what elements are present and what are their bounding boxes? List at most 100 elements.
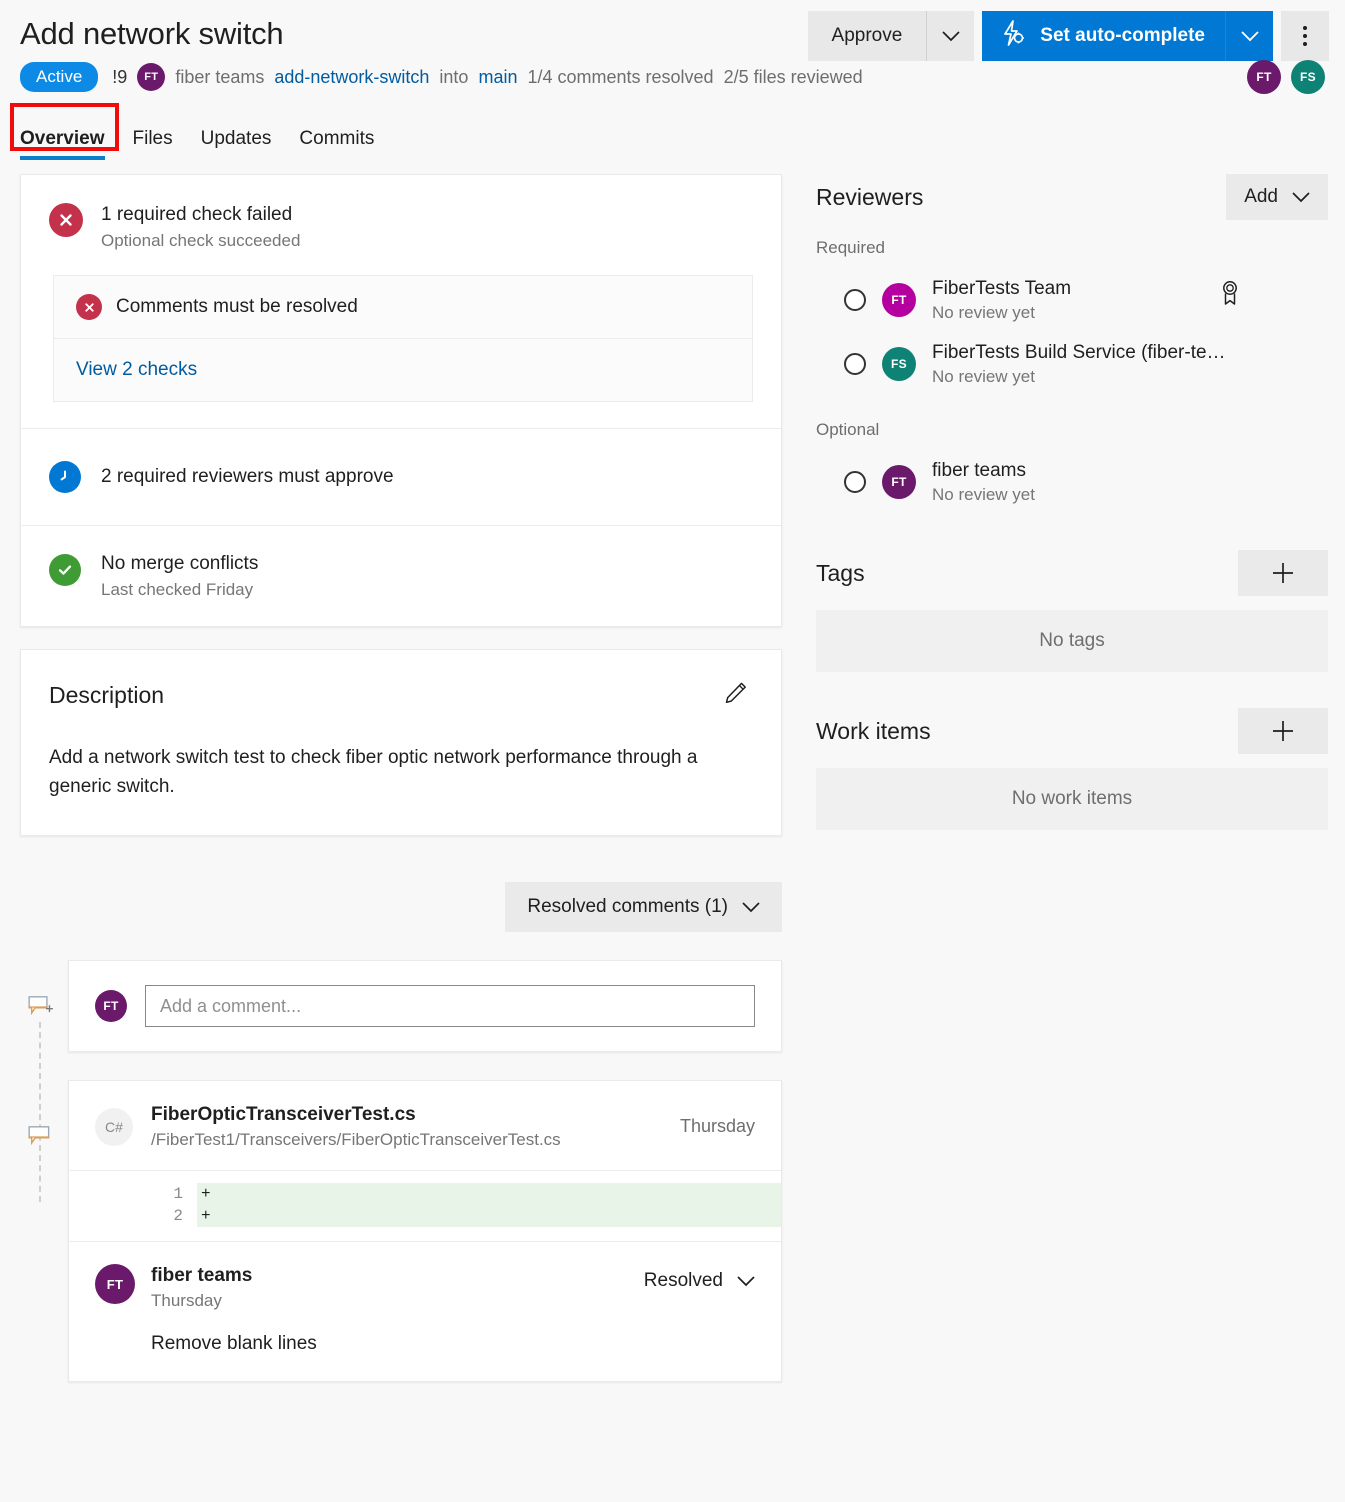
tab-commits[interactable]: Commits [299,128,374,160]
csharp-file-icon: C# [95,1108,133,1146]
failed-check-summary: 1 required check failed Optional check s… [21,175,781,251]
check-item-comments-resolved: Comments must be resolved [54,276,752,338]
work-items-title: Work items [816,718,931,745]
work-items-empty-state: No work items [816,768,1328,830]
chevron-down-icon [742,902,760,913]
check-item-label: Comments must be resolved [116,296,358,318]
required-reviewers-label: 2 required reviewers must approve [101,465,394,489]
add-comment-input[interactable] [145,985,755,1027]
required-reviewers-status: 2 required reviewers must approve [21,429,781,525]
file-comment-thread-card: C# FiberOpticTransceiverTest.cs /FiberTe… [68,1080,782,1382]
add-tag-button[interactable] [1238,550,1328,596]
page-header: Add network switch Approve [0,0,1345,92]
reviewer-state: No review yet [932,303,1071,323]
reviewer-vote-radio[interactable] [844,289,866,311]
avatar: FT [95,1264,135,1304]
file-thread-header[interactable]: C# FiberOpticTransceiverTest.cs /FiberTe… [69,1081,781,1170]
approve-split-button: Approve [808,11,975,61]
thread-comment-author-block: fiber teams Thursday [151,1264,252,1311]
add-comment-bubble-icon[interactable] [28,996,54,1018]
ellipsis-icon [1303,42,1307,46]
file-thread-date: Thursday [680,1116,755,1137]
merge-conflicts-text: No merge conflicts Last checked Friday [101,552,258,600]
checks-list: Comments must be resolved View 2 checks [53,275,753,402]
reviewer-row-fibertests-build-service[interactable]: FS FiberTests Build Service (fiber-te… N… [816,332,1328,396]
description-header: Description [49,676,753,715]
description-title: Description [49,682,164,709]
target-branch-link[interactable]: main [478,67,517,88]
reviewer-state: No review yet [932,485,1035,505]
reviewer-name: fiber teams [932,459,1035,483]
reviewer-info: FiberTests Team No review yet [932,277,1071,323]
work-items-header: Work items [816,708,1328,754]
edit-description-button[interactable] [719,676,753,715]
author-avatar: FT [137,63,165,91]
page-title: Add network switch [20,14,283,54]
merge-conflicts-title: No merge conflicts [101,552,258,576]
approve-dropdown-button[interactable] [926,11,974,61]
reviewer-vote-radio[interactable] [844,471,866,493]
more-actions-button[interactable] [1281,11,1329,61]
header-actions: Approve [808,11,1329,61]
pull-request-page: Add network switch Approve [0,0,1345,1502]
add-reviewer-button[interactable]: Add [1226,174,1328,220]
reviewers-header: Reviewers Add [816,174,1328,220]
error-icon [76,294,102,320]
optional-reviewers-label: Optional [816,420,1328,440]
thread-status-dropdown[interactable]: Resolved [644,1264,755,1292]
file-thread-titles: FiberOpticTransceiverTest.cs /FiberTest1… [151,1103,561,1150]
view-checks-row: View 2 checks [54,339,752,401]
view-checks-link[interactable]: View 2 checks [76,359,197,380]
reviewer-avatar[interactable]: FT [1247,60,1281,94]
reviewer-row-fiber-teams[interactable]: FT fiber teams No review yet [816,450,1328,514]
failed-check-title: 1 required check failed [101,203,300,227]
avatar: FT [882,465,916,499]
reviewer-vote-radio[interactable] [844,353,866,375]
resolved-comments-bar: Resolved comments (1) [20,882,782,932]
ellipsis-icon [1303,34,1307,38]
pr-meta-bar: Active !9 FT fiber teams add-network-swi… [20,62,1325,92]
comments-resolved-count: 1/4 comments resolved [527,67,713,88]
set-auto-complete-button[interactable]: Set auto-complete [982,11,1225,61]
required-reviewers-label: Required [816,238,1328,258]
description-text: Add a network switch test to check fiber… [49,743,699,801]
autocomplete-dropdown-button[interactable] [1225,11,1273,61]
sidebar: Reviewers Add Required FT FiberTests Tea… [816,174,1328,1382]
file-name: FiberOpticTransceiverTest.cs [151,1103,561,1127]
plus-icon [1270,560,1296,586]
page-content: 1 required check failed Optional check s… [0,160,1345,1382]
diff-line-content: + [197,1183,781,1205]
tab-files[interactable]: Files [133,128,173,160]
comment-bubble-icon[interactable] [28,1126,54,1148]
reviewer-avatar[interactable]: FS [1291,60,1325,94]
thread-comment: FT fiber teams Thursday Resolved [69,1241,781,1381]
reviewers-title: Reviewers [816,184,923,211]
merge-conflicts-status: No merge conflicts Last checked Friday [21,526,781,626]
reviewer-name: FiberTests Build Service (fiber-te… [932,341,1226,365]
source-branch-link[interactable]: add-network-switch [274,67,429,88]
into-label: into [439,67,468,88]
autocomplete-split-button: Set auto-complete [982,11,1273,61]
set-auto-complete-label: Set auto-complete [1040,25,1205,47]
tab-updates[interactable]: Updates [201,128,272,160]
reviewer-state: No review yet [932,367,1226,387]
diff-line-number: 1 [69,1183,197,1205]
comment-author: fiber teams [151,1264,252,1288]
reviewer-row-fibertests-team[interactable]: FT FiberTests Team No review yet [816,268,1328,332]
add-comment-row: FT [69,961,781,1051]
add-work-item-button[interactable] [1238,708,1328,754]
pencil-icon [723,680,749,706]
approve-button[interactable]: Approve [808,11,927,61]
reviewer-name: FiberTests Team [932,277,1071,301]
chevron-down-icon [1241,31,1259,42]
status-badge: Active [20,62,98,92]
diff-line: 1 + [69,1183,781,1205]
work-items-section: Work items No work items [816,708,1328,830]
merge-conflicts-subtitle: Last checked Friday [101,580,258,600]
thread-gutter [20,960,68,1382]
resolved-comments-toggle[interactable]: Resolved comments (1) [505,882,782,932]
tab-overview[interactable]: Overview [20,128,105,160]
resolved-comments-label: Resolved comments (1) [527,896,728,918]
policy-status-card: 1 required check failed Optional check s… [20,174,782,627]
thread-comment-header: FT fiber teams Thursday Resolved [95,1264,755,1311]
